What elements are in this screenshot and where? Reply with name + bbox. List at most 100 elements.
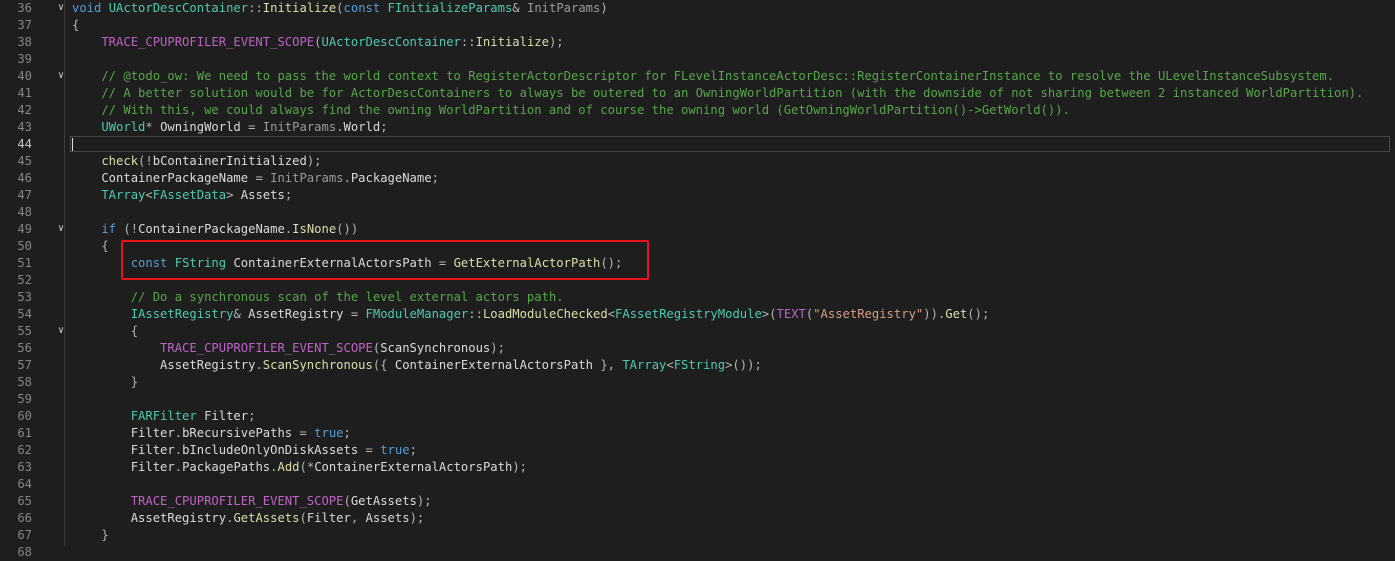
- code-token: ,: [350, 511, 366, 525]
- code-line[interactable]: 63 Filter.PackagePaths.Add(*ContainerExt…: [0, 459, 1395, 476]
- code-line[interactable]: 67 }: [0, 527, 1395, 544]
- code-token: PackagePaths: [182, 460, 271, 474]
- line-number: 51: [17, 256, 32, 270]
- code-line[interactable]: 54 IAssetRegistry& AssetRegistry = FModu…: [0, 306, 1395, 323]
- line-number: 55: [17, 324, 32, 338]
- code-token: ScanSynchronous: [380, 341, 491, 355]
- code-token: Initialize: [475, 35, 549, 49]
- code-token: .: [174, 426, 183, 440]
- code-line[interactable]: 64: [0, 476, 1395, 493]
- code-line[interactable]: 38 TRACE_CPUPROFILER_EVENT_SCOPE(UActorD…: [0, 34, 1395, 51]
- line-number: 36: [17, 1, 32, 15]
- code-token: <: [666, 358, 674, 372]
- code-token: IAssetRegistry: [72, 307, 234, 321]
- line-number: 49: [17, 222, 32, 236]
- line-number: 50: [17, 239, 32, 253]
- code-token: AssetRegistry: [248, 307, 344, 321]
- line-number: 52: [17, 273, 32, 287]
- code-line[interactable]: 48: [0, 204, 1395, 221]
- line-number: 46: [17, 171, 32, 185]
- code-line[interactable]: 39: [0, 51, 1395, 68]
- code-line[interactable]: 45 check(!bContainerInitialized);: [0, 153, 1395, 170]
- code-token: "AssetRegistry": [813, 307, 924, 321]
- code-token: InitParams: [526, 1, 601, 15]
- line-number: 47: [17, 188, 32, 202]
- code-token: =: [292, 426, 315, 440]
- code-token: Assets: [365, 511, 410, 525]
- code-editor[interactable]: 36 ∨ void UActorDescContainer::Initialize(…: [0, 0, 1395, 559]
- code-line[interactable]: 53 // Do a synchronous scan of the level…: [0, 289, 1395, 306]
- code-line[interactable]: 36 ∨ void UActorDescContainer::Initialize(…: [0, 0, 1395, 17]
- code-text: // Do a synchronous scan of the level ex…: [72, 289, 564, 306]
- code-line[interactable]: 46 ContainerPackageName = InitParams.Pac…: [0, 170, 1395, 187]
- code-line[interactable]: 58 }: [0, 374, 1395, 391]
- code-line[interactable]: 40 ∨ // @todo_ow: We need to pass the wor…: [0, 68, 1395, 85]
- code-token: ;: [284, 188, 293, 202]
- code-text: AssetRegistry.GetAssets(Filter, Assets);: [72, 510, 425, 527]
- fold-toggle-icon[interactable]: ∨: [58, 3, 68, 13]
- code-token: TEXT: [776, 307, 806, 321]
- code-line[interactable]: 62 Filter.bIncludeOnlyOnDiskAssets = tru…: [0, 442, 1395, 459]
- code-token: true: [314, 426, 344, 440]
- code-token: },: [592, 358, 623, 372]
- code-token: ()): [336, 222, 359, 236]
- code-token: =: [240, 120, 263, 134]
- code-token: Filter: [204, 409, 249, 423]
- code-text: if (!ContainerPackageName.IsNone()): [72, 221, 358, 238]
- code-token: TRACE_CPUPROFILER_EVENT_SCOPE: [72, 35, 315, 49]
- code-line[interactable]: 65 TRACE_CPUPROFILER_EVENT_SCOPE(GetAsse…: [0, 493, 1395, 510]
- fold-toggle-icon[interactable]: ∨: [58, 71, 68, 81]
- code-line[interactable]: 56 TRACE_CPUPROFILER_EVENT_SCOPE(ScanSyn…: [0, 340, 1395, 357]
- code-token: ): [600, 1, 608, 15]
- code-token: ScanSynchronous: [262, 358, 373, 372]
- code-line[interactable]: 42 // With this, we could always find th…: [0, 102, 1395, 119]
- code-line[interactable]: 68: [0, 544, 1395, 561]
- code-text: // A better solution would be for ActorD…: [72, 85, 1363, 102]
- code-line[interactable]: 60 FARFilter Filter;: [0, 408, 1395, 425]
- code-token: TRACE_CPUPROFILER_EVENT_SCOPE: [72, 494, 344, 508]
- code-token: =: [358, 443, 381, 457]
- code-token: UWorld: [72, 120, 146, 134]
- code-token: UActorDescContainer: [108, 1, 249, 15]
- code-line[interactable]: 61 Filter.bRecursivePaths = true;: [0, 425, 1395, 442]
- code-line[interactable]: 43 UWorld* OwningWorld = InitParams.Worl…: [0, 119, 1395, 136]
- code-text: Filter.bRecursivePaths = true;: [72, 425, 351, 442]
- code-token: check: [72, 154, 139, 168]
- code-token: UActorDescContainer: [321, 35, 461, 49]
- code-line[interactable]: 37 {: [0, 17, 1395, 34]
- code-token: LoadModuleChecked: [482, 307, 608, 321]
- code-text: FARFilter Filter;: [72, 408, 256, 425]
- code-token: ({: [372, 358, 395, 372]
- fold-toggle-icon[interactable]: ∨: [58, 224, 68, 234]
- code-line[interactable]: 66 AssetRegistry.GetAssets(Filter, Asset…: [0, 510, 1395, 527]
- code-line[interactable]: 59: [0, 391, 1395, 408]
- code-token: World: [343, 120, 381, 134]
- code-token: );: [306, 154, 322, 168]
- code-token: (!: [123, 222, 139, 236]
- code-token: TArray: [622, 358, 667, 372]
- code-token: }: [72, 375, 139, 389]
- code-line[interactable]: 47 TArray<FAssetData> Assets;: [0, 187, 1395, 204]
- code-token: (: [336, 1, 344, 15]
- code-line[interactable]: 57 AssetRegistry.ScanSynchronous({ Conta…: [0, 357, 1395, 374]
- code-token: // With this, we could always find the o…: [72, 103, 1070, 117]
- code-token: // @todo_ow: We need to pass the world c…: [72, 69, 1335, 83]
- code-line[interactable]: 44: [0, 136, 1395, 153]
- annotation-highlight-box: [121, 240, 649, 280]
- code-token: .: [336, 120, 344, 134]
- code-token: ::: [468, 307, 483, 321]
- code-line[interactable]: 41 // A better solution would be for Act…: [0, 85, 1395, 102]
- code-token: GetAssets: [350, 494, 417, 508]
- code-token: AssetRegistry: [72, 511, 227, 525]
- line-number: 37: [17, 18, 32, 32]
- line-number: 43: [17, 120, 32, 134]
- fold-toggle-icon[interactable]: ∨: [58, 326, 68, 336]
- code-token: Filter: [72, 460, 175, 474]
- line-number: 65: [17, 494, 32, 508]
- code-token: );: [416, 494, 432, 508]
- code-token: FAssetData: [152, 188, 227, 202]
- code-line[interactable]: 55 ∨ {: [0, 323, 1395, 340]
- line-number: 63: [17, 460, 32, 474]
- code-line[interactable]: 49 ∨ if (!ContainerPackageName.IsNone()): [0, 221, 1395, 238]
- code-text: ContainerPackageName = InitParams.Packag…: [72, 170, 439, 187]
